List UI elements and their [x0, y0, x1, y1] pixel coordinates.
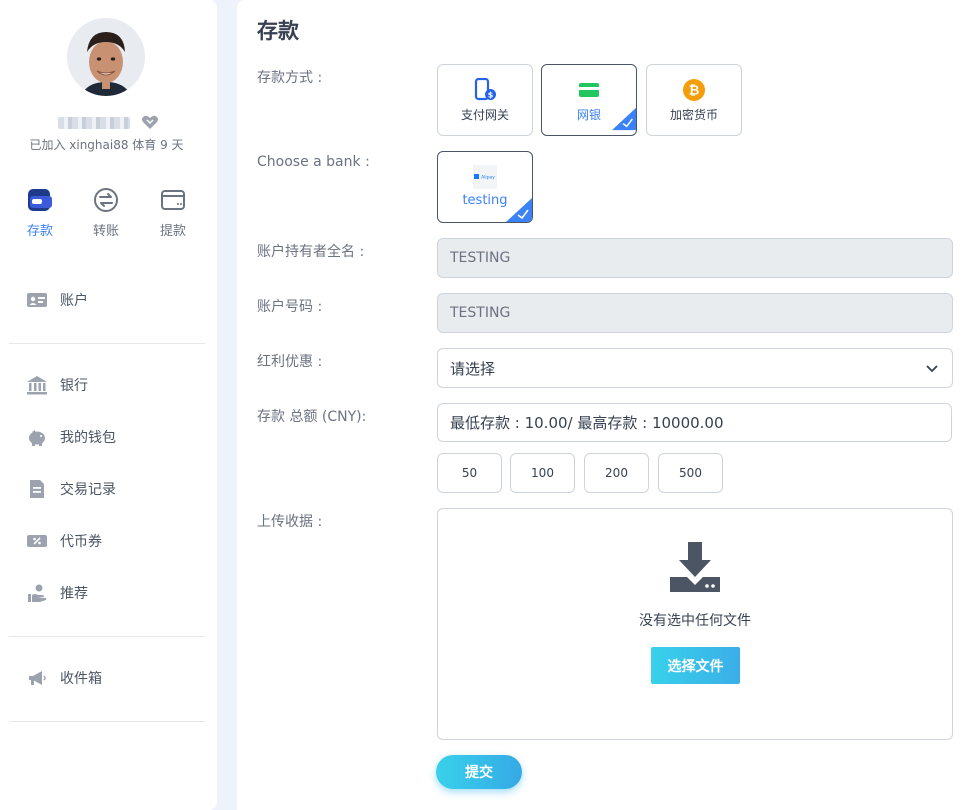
quick-deposit-label: 存款 [26, 224, 53, 239]
sidebar: 已加入 xinghai88 体育 9 天 存款 转账 提款 账户 银行 我的钱包… [0, 0, 217, 810]
sidebar-item-wallet-label: 我的钱包 [60, 430, 116, 446]
account-holder-label: 账户持有者全名 : [257, 244, 365, 260]
no-file-selected-text: 没有选中任何文件 [639, 613, 751, 629]
method-payment-gateway-label: 支付网关 [460, 108, 509, 122]
sidebar-item-referral-label: 推荐 [60, 586, 88, 602]
quick-amount-500[interactable]: 500 [658, 453, 723, 493]
transfer-icon [94, 188, 118, 212]
bank-card-icon [579, 83, 599, 97]
upload-receipt-label: 上传收据 : [257, 514, 323, 530]
download-tray-icon [670, 542, 720, 592]
account-number-field: TESTING [437, 293, 953, 333]
method-crypto-label: 加密货币 [669, 108, 718, 122]
deposit-amount-input[interactable]: 最低存款 : 10.00/ 最高存款 : 10000.00 [437, 403, 952, 442]
heart-icon[interactable] [141, 114, 159, 130]
sidebar-item-inbox[interactable]: 收件箱 [26, 666, 102, 690]
sidebar-item-vouchers[interactable]: 代币券 [26, 529, 102, 553]
alipay-logo-text: Alipay [481, 175, 495, 181]
quick-amount-200[interactable]: 200 [584, 453, 649, 493]
chevron-down-icon [926, 365, 938, 373]
wallet-icon [28, 189, 52, 211]
alipay-logo-icon: Alipay [473, 165, 497, 189]
account-number-label: 账户号码 : [257, 299, 323, 315]
sidebar-item-transactions[interactable]: 交易记录 [26, 477, 116, 501]
megaphone-icon [29, 671, 46, 685]
upload-dropzone[interactable]: 没有选中任何文件 选择文件 [437, 508, 953, 740]
quick-amount-50[interactable]: 50 [437, 453, 502, 493]
avatar-image [67, 18, 145, 96]
quick-withdraw[interactable]: 提款 [148, 186, 198, 239]
svg-text:₿: ₿ [689, 84, 700, 99]
deposit-amount-label: 存款 总额 (CNY): [257, 409, 367, 425]
username-redacted [58, 117, 130, 129]
sidebar-item-account-label: 账户 [60, 293, 88, 309]
choose-bank-label: Choose a bank : [257, 154, 370, 170]
deposit-amount-placeholder: 最低存款 : 10.00/ 最高存款 : 10000.00 [450, 414, 724, 432]
method-payment-gateway[interactable]: $ 支付网关 [437, 64, 533, 136]
mobile-pay-icon: $ [474, 78, 496, 101]
voucher-icon [27, 535, 47, 547]
sidebar-divider [9, 721, 205, 722]
account-holder-field: TESTING [437, 238, 953, 278]
sidebar-divider [9, 343, 205, 344]
sidebar-item-transactions-label: 交易记录 [60, 482, 116, 498]
deposit-method-label: 存款方式 : [257, 70, 323, 86]
svg-text:$: $ [488, 91, 494, 100]
choose-file-button[interactable]: 选择文件 [651, 647, 740, 684]
referral-hand-icon [28, 584, 47, 602]
sidebar-item-bank[interactable]: 银行 [26, 373, 88, 397]
piggy-bank-icon [29, 430, 45, 446]
bank-icon [27, 376, 47, 395]
quick-deposit[interactable]: 存款 [15, 186, 65, 239]
selected-check-icon [612, 107, 636, 131]
quick-transfer-label: 转账 [92, 224, 119, 239]
sidebar-item-inbox-label: 收件箱 [60, 671, 102, 687]
sidebar-item-vouchers-label: 代币券 [60, 534, 102, 550]
id-card-icon [27, 293, 47, 307]
sidebar-divider [9, 636, 205, 637]
method-online-banking[interactable]: 网银 [541, 64, 637, 136]
sidebar-item-bank-label: 银行 [60, 378, 88, 394]
card-icon [161, 190, 185, 210]
joined-days-text: 已加入 xinghai88 体育 9 天 [29, 138, 184, 152]
bank-option-testing[interactable]: Alipay testing [437, 151, 533, 223]
sidebar-item-wallet[interactable]: 我的钱包 [26, 425, 116, 449]
account-holder-value: TESTING [450, 250, 511, 266]
sidebar-item-account[interactable]: 账户 [26, 288, 88, 312]
bonus-select[interactable]: 请选择 [437, 348, 953, 388]
quick-amount-100[interactable]: 100 [510, 453, 575, 493]
submit-button[interactable]: 提交 [436, 755, 522, 789]
avatar[interactable] [67, 18, 145, 96]
bitcoin-icon: ₿ [683, 79, 705, 101]
page-title: 存款 [257, 19, 299, 43]
account-number-value: TESTING [450, 305, 511, 321]
sidebar-item-referral[interactable]: 推荐 [26, 581, 88, 605]
deposit-panel: 存款 存款方式 : $ 支付网关 网银 ₿ 加密货币 Choose a bank… [237, 0, 970, 810]
bonus-select-value: 请选择 [450, 359, 496, 378]
quick-withdraw-label: 提款 [159, 224, 186, 239]
receipt-icon [30, 480, 44, 498]
method-crypto[interactable]: ₿ 加密货币 [646, 64, 742, 136]
quick-transfer[interactable]: 转账 [81, 186, 131, 239]
bonus-label: 红利优惠 : [257, 354, 323, 370]
selected-check-icon [506, 198, 532, 222]
